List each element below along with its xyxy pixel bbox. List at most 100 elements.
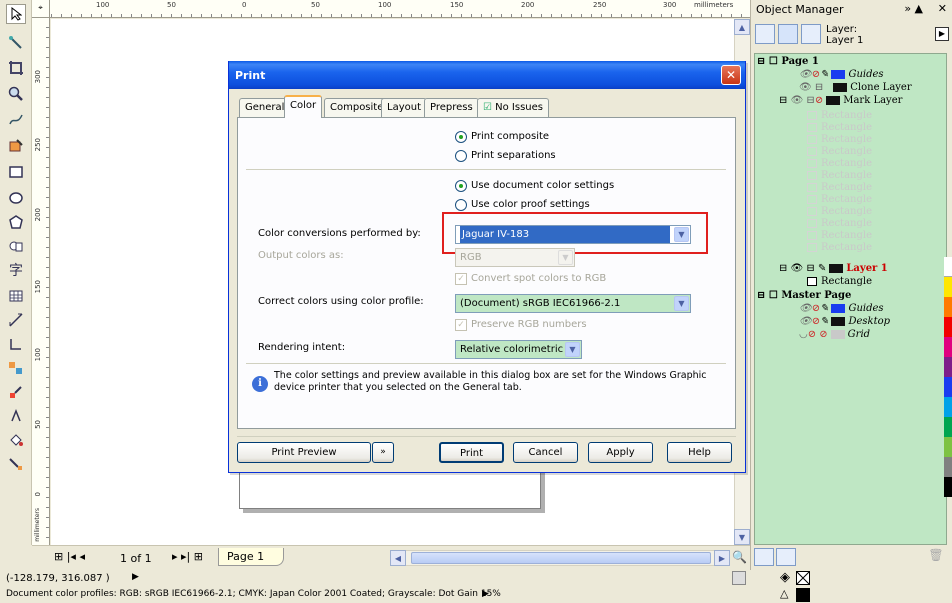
scroll-right-icon[interactable]: ▶ (714, 550, 730, 566)
horizontal-scroll-thumb[interactable] (411, 552, 711, 564)
smart-fill-tool-icon[interactable] (6, 136, 26, 156)
ellipse-tool-icon[interactable] (6, 188, 26, 208)
tree-ghost-rectangle[interactable]: Rectangle (807, 146, 872, 158)
shape-tool-icon[interactable] (6, 33, 26, 53)
dimension-tool-icon[interactable] (6, 310, 26, 330)
print-composite-label[interactable]: Print composite (471, 131, 549, 142)
tree-ghost-rectangle[interactable]: Rectangle (807, 122, 872, 134)
show-properties-icon[interactable] (755, 24, 775, 44)
use-document-settings-radio[interactable] (455, 180, 467, 192)
convert-spot-checkbox[interactable]: ✓ (455, 273, 467, 285)
preview-expand-button[interactable]: » (372, 442, 394, 463)
close-icon[interactable]: ✕ (721, 65, 741, 85)
apply-button[interactable]: Apply (588, 442, 653, 463)
tree-rectangle[interactable]: Rectangle (807, 276, 872, 288)
scroll-down-icon[interactable]: ▼ (734, 529, 750, 545)
connector-tool-icon[interactable] (6, 334, 26, 354)
help-button[interactable]: Help (667, 442, 732, 463)
print-composite-radio[interactable] (455, 131, 467, 143)
snap-icon[interactable] (732, 571, 746, 585)
tree-ghost-rectangle[interactable]: Rectangle (807, 194, 872, 206)
fill-tool-icon[interactable] (6, 430, 26, 450)
chevron-down-icon[interactable]: ▼ (558, 250, 573, 265)
vertical-ruler[interactable]: 300 250 200 150 100 50 0 millimeters (32, 18, 50, 545)
output-colors-dropdown[interactable]: RGB ▼ (455, 248, 575, 267)
rendering-intent-dropdown[interactable]: Relative colorimetric ▼ (455, 340, 582, 359)
outline-tool-icon[interactable] (6, 406, 26, 426)
print-separations-radio[interactable] (455, 150, 467, 162)
tree-desktop[interactable]: 👁⊘✎ Desktop (799, 316, 890, 328)
new-layer-icon[interactable] (754, 548, 774, 566)
fill-none-swatch[interactable] (796, 571, 810, 585)
tree-ghost-rectangle[interactable]: Rectangle (807, 242, 872, 254)
edit-across-layers-icon[interactable] (778, 24, 798, 44)
preserve-rgb-checkbox[interactable]: ✓ (455, 319, 467, 331)
layer-manager-view-icon[interactable] (801, 24, 821, 44)
chevron-down-icon[interactable]: ▼ (674, 296, 689, 311)
polygon-tool-icon[interactable] (6, 212, 26, 232)
zoom-navigator-icon[interactable]: 🔍 (732, 550, 747, 564)
ruler-origin-icon[interactable]: ⌖ (32, 0, 50, 18)
new-master-layer-icon[interactable] (776, 548, 796, 566)
print-separations-label[interactable]: Print separations (471, 150, 556, 161)
zoom-tool-icon[interactable] (6, 84, 26, 104)
outline-color-swatch[interactable] (796, 588, 810, 602)
tab-general[interactable]: General (239, 98, 291, 117)
docker-expand-icon[interactable]: » ▲ (904, 2, 923, 15)
docker-close-icon[interactable]: ✕ (938, 2, 947, 15)
print-button[interactable]: Print (439, 442, 504, 463)
pick-tool-icon[interactable] (6, 4, 26, 24)
delete-icon[interactable]: 🗑 (927, 548, 945, 566)
tab-page1[interactable]: Page 1 (218, 548, 284, 566)
tree-page1[interactable]: ⊟ ☐ Page 1 (757, 56, 819, 68)
horizontal-scrollbar[interactable]: ◀ ▶ (390, 550, 730, 566)
text-tool-icon[interactable]: 字 (6, 260, 26, 280)
object-tree[interactable]: ⊟ ☐ Page 1 👁⊘✎ Guides 👁 ⊟ Clone Layer ⊟ 👁 … (754, 53, 947, 545)
tree-grid[interactable]: ◡⊘ ⊘ Grid (799, 329, 870, 341)
tab-issues[interactable]: ☑ No Issues (477, 98, 550, 117)
blend-tool-icon[interactable] (6, 358, 26, 378)
use-proof-settings-label[interactable]: Use color proof settings (471, 199, 590, 210)
cancel-button[interactable]: Cancel (513, 442, 578, 463)
dialog-title-bar[interactable]: Print ✕ (229, 61, 745, 89)
tree-layer1[interactable]: ⊟ 👁 ⊟ ✎ Layer 1 (779, 263, 888, 275)
freehand-tool-icon[interactable] (6, 110, 26, 130)
crop-tool-icon[interactable] (6, 58, 26, 78)
tree-ghost-rectangle[interactable]: Rectangle (807, 110, 872, 122)
tree-master-guides[interactable]: 👁⊘✎ Guides (799, 303, 884, 315)
scroll-up-icon[interactable]: ▲ (734, 19, 750, 35)
use-proof-settings-radio[interactable] (455, 199, 467, 211)
tree-ghost-rectangle[interactable]: Rectangle (807, 182, 872, 194)
tab-layout[interactable]: Layout (381, 98, 427, 117)
tree-guides[interactable]: 👁⊘✎ Guides (799, 69, 884, 81)
color-profile-dropdown[interactable]: (Document) sRGB IEC61966-2.1 ▼ (455, 294, 691, 313)
profiles-flyout-icon[interactable]: ▶ (482, 589, 489, 599)
tree-ghost-rectangle[interactable]: Rectangle (807, 170, 872, 182)
conversions-dropdown[interactable]: Jaguar IV-183 ▼ (455, 225, 691, 244)
color-palette[interactable] (944, 257, 952, 557)
tree-ghost-rectangle[interactable]: Rectangle (807, 206, 872, 218)
last-page-icon[interactable]: ▸ ▸| ⊞ (172, 550, 203, 563)
tab-prepress[interactable]: Prepress (424, 98, 479, 117)
tree-master-page[interactable]: ⊟ ☐ Master Page (757, 290, 851, 302)
first-page-icon[interactable]: ⊞ |◂ ◂ (54, 550, 85, 563)
tree-ghost-rectangle[interactable]: Rectangle (807, 230, 872, 242)
horizontal-ruler[interactable]: 100 50 0 50 100 150 200 250 300 millimet… (32, 0, 750, 18)
tree-ghost-rectangle[interactable]: Rectangle (807, 134, 872, 146)
tree-clone-layer[interactable]: 👁 ⊟ Clone Layer (799, 82, 912, 94)
interactive-fill-tool-icon[interactable] (6, 454, 26, 474)
basic-shapes-tool-icon[interactable] (6, 236, 26, 256)
tree-ghost-rectangle[interactable]: Rectangle (807, 218, 872, 230)
print-preview-button[interactable]: Print Preview (237, 442, 371, 463)
chevron-down-icon[interactable]: ▼ (565, 342, 580, 357)
coordinates-flyout-icon[interactable]: ▶ (132, 572, 139, 582)
rectangle-tool-icon[interactable] (6, 162, 26, 182)
use-document-settings-label[interactable]: Use document color settings (471, 180, 614, 191)
scroll-left-icon[interactable]: ◀ (390, 550, 406, 566)
outline-indicator-icon[interactable]: △ (780, 587, 788, 600)
tree-ghost-rectangle[interactable]: Rectangle (807, 158, 872, 170)
fill-indicator-icon[interactable]: ◈ (780, 570, 790, 585)
table-tool-icon[interactable] (6, 286, 26, 306)
eyedropper-tool-icon[interactable] (6, 382, 26, 402)
chevron-down-icon[interactable]: ▼ (674, 227, 689, 242)
